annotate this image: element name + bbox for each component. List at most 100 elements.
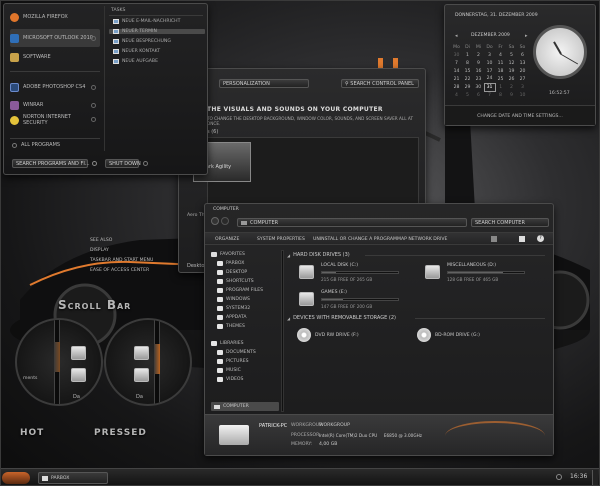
nav-item[interactable]: Parbox bbox=[217, 259, 281, 268]
calendar-day[interactable]: 5 bbox=[462, 91, 473, 99]
calendar-day[interactable]: 22 bbox=[462, 75, 473, 83]
calendar-day[interactable]: 9 bbox=[506, 91, 517, 99]
program-item[interactable]: WinRAR bbox=[10, 96, 100, 114]
calendar-day[interactable]: 11 bbox=[495, 59, 506, 67]
calendar-day[interactable]: 21 bbox=[451, 75, 462, 83]
calendar-day[interactable]: 1 bbox=[462, 51, 473, 59]
calendar-day[interactable]: 8 bbox=[462, 59, 473, 67]
nav-item[interactable]: Shortcuts bbox=[217, 277, 281, 286]
search-control-panel[interactable]: ⚲ Search Control Panel bbox=[341, 79, 419, 88]
show-desktop-button[interactable] bbox=[592, 470, 598, 485]
calendar-day[interactable]: 19 bbox=[506, 67, 517, 75]
calendar-day[interactable]: 30 bbox=[473, 83, 484, 91]
nav-item[interactable]: System32 bbox=[217, 304, 281, 313]
calendar-day[interactable]: 16 bbox=[473, 67, 484, 75]
program-item[interactable]: Software bbox=[10, 48, 100, 66]
nav-scrollbar[interactable] bbox=[281, 250, 284, 412]
calendar-day[interactable]: 26 bbox=[506, 75, 517, 83]
tray-icon[interactable] bbox=[556, 474, 562, 480]
back-button[interactable] bbox=[211, 217, 219, 225]
nav-computer-item[interactable]: Computer bbox=[211, 402, 279, 411]
calendar-month[interactable]: Dezember 2009 bbox=[471, 33, 510, 38]
scrollbar-thumb-hot[interactable] bbox=[54, 342, 60, 372]
task-item[interactable]: Neue Besprechung bbox=[113, 39, 171, 44]
taskbar-item[interactable]: Parbox bbox=[38, 472, 108, 484]
libraries-header[interactable]: Libraries bbox=[211, 339, 281, 348]
calendar-day[interactable]: 30 bbox=[451, 51, 462, 59]
task-item[interactable]: Neue E-Mail-Nachricht bbox=[113, 19, 180, 24]
calendar-day[interactable]: 6 bbox=[473, 91, 484, 99]
view-options-icon[interactable] bbox=[491, 236, 497, 242]
calendar-day[interactable]: 23 bbox=[473, 75, 484, 83]
nav-item[interactable]: AppData bbox=[217, 313, 281, 322]
calendar-day[interactable]: 2 bbox=[506, 83, 517, 91]
removable-drive[interactable]: DVD RW Drive (F:) bbox=[297, 328, 359, 342]
calendar-day[interactable]: 25 bbox=[495, 75, 506, 83]
taskbar-clock[interactable]: 16:36 bbox=[570, 473, 587, 480]
removable-drive[interactable]: BD-ROM Drive (G:) bbox=[417, 328, 480, 342]
calendar-day[interactable]: 3 bbox=[517, 83, 528, 91]
calendar-day[interactable]: 14 bbox=[451, 67, 462, 75]
calendar-day[interactable]: 8 bbox=[495, 91, 506, 99]
scrollbar-thumb-pressed[interactable] bbox=[154, 344, 160, 374]
removable-group-header[interactable]: ◢ Devices with Removable Storage (2) bbox=[287, 315, 396, 321]
calendar-day[interactable]: 3 bbox=[484, 51, 495, 59]
calendar-day[interactable]: 10 bbox=[517, 91, 528, 99]
calendar-day[interactable]: 4 bbox=[451, 91, 462, 99]
preview-pane-icon[interactable] bbox=[519, 236, 525, 242]
nav-item[interactable]: Videos bbox=[217, 375, 281, 384]
forward-button[interactable] bbox=[221, 217, 229, 225]
nav-item[interactable]: Music bbox=[217, 366, 281, 375]
task-item[interactable]: Neuer Kontakt bbox=[113, 49, 160, 54]
calendar-day[interactable]: 2 bbox=[473, 51, 484, 59]
hard-drive[interactable]: Local Disk (C:) 215 GB free of 265 GB bbox=[299, 263, 409, 287]
calendar-day[interactable]: 9 bbox=[473, 59, 484, 67]
hard-drive[interactable]: Miscellaneous (D:) 128 GB free of 465 GB bbox=[425, 263, 535, 287]
nav-item[interactable]: Desktop bbox=[217, 268, 281, 277]
calendar-day[interactable]: 17 bbox=[484, 67, 495, 75]
program-item[interactable]: Microsoft Outlook 2010 bbox=[10, 29, 100, 47]
calendar-day[interactable]: 20 bbox=[517, 67, 528, 75]
help-icon[interactable]: ? bbox=[537, 235, 544, 242]
prev-month-icon[interactable]: ◂ bbox=[455, 33, 458, 39]
calendar-day[interactable]: 5 bbox=[506, 51, 517, 59]
search-computer-input[interactable]: Search Computer bbox=[471, 218, 549, 227]
start-search-input[interactable]: Search programs and fi... bbox=[12, 159, 90, 168]
calendar-day[interactable]: 6 bbox=[517, 51, 528, 59]
calendar-day[interactable]: 24 bbox=[484, 75, 495, 83]
cp-link-display[interactable]: Display bbox=[90, 248, 180, 258]
hdd-group-header[interactable]: ◢ Hard Disk Drives (3) bbox=[287, 252, 350, 258]
calendar-day[interactable]: 1 bbox=[495, 83, 506, 91]
task-item-selected[interactable]: Neuer Termin bbox=[109, 29, 205, 34]
program-item[interactable]: Mozilla Firefox bbox=[10, 8, 100, 26]
calendar-day[interactable]: 12 bbox=[506, 59, 517, 67]
start-button[interactable] bbox=[2, 472, 30, 484]
calendar-day[interactable]: 31 bbox=[483, 82, 496, 92]
hard-drive[interactable]: Games (E:) 147 GB free of 200 GB bbox=[299, 290, 409, 314]
calendar-day[interactable]: 10 bbox=[484, 59, 495, 67]
nav-item[interactable]: Windows bbox=[217, 295, 281, 304]
cp-link-ease-of-access[interactable]: Ease of Access Center bbox=[90, 268, 180, 278]
calendar-day[interactable]: 28 bbox=[451, 83, 462, 91]
task-item[interactable]: Neue Aufgabe bbox=[113, 59, 158, 64]
calendar-day[interactable]: 15 bbox=[462, 67, 473, 75]
calendar-day[interactable]: 18 bbox=[495, 67, 506, 75]
next-month-icon[interactable]: ▸ bbox=[525, 33, 528, 39]
map-drive-button[interactable]: Map network drive bbox=[397, 237, 447, 242]
organize-button[interactable]: Organize bbox=[215, 237, 239, 242]
program-item[interactable]: Adobe Photoshop CS4 bbox=[10, 78, 100, 96]
shutdown-button[interactable]: Shut down bbox=[105, 159, 141, 168]
full-date[interactable]: Donnerstag, 31. Dezember 2009 bbox=[455, 13, 538, 18]
system-properties-button[interactable]: System properties bbox=[257, 237, 305, 242]
program-item[interactable]: Norton Internet Security bbox=[10, 114, 100, 134]
favorites-header[interactable]: Favorites bbox=[211, 250, 281, 259]
nav-item[interactable]: Program Files bbox=[217, 286, 281, 295]
uninstall-button[interactable]: Uninstall or change a program bbox=[313, 237, 397, 242]
address-bar[interactable]: Computer bbox=[237, 218, 467, 227]
calendar-day[interactable]: 29 bbox=[462, 83, 473, 91]
calendar-day[interactable]: 27 bbox=[517, 75, 528, 83]
nav-item[interactable]: Documents bbox=[217, 348, 281, 357]
all-programs[interactable]: All Programs bbox=[12, 142, 60, 148]
calendar-day[interactable]: 4 bbox=[495, 51, 506, 59]
shutdown-options-icon[interactable] bbox=[143, 161, 148, 166]
